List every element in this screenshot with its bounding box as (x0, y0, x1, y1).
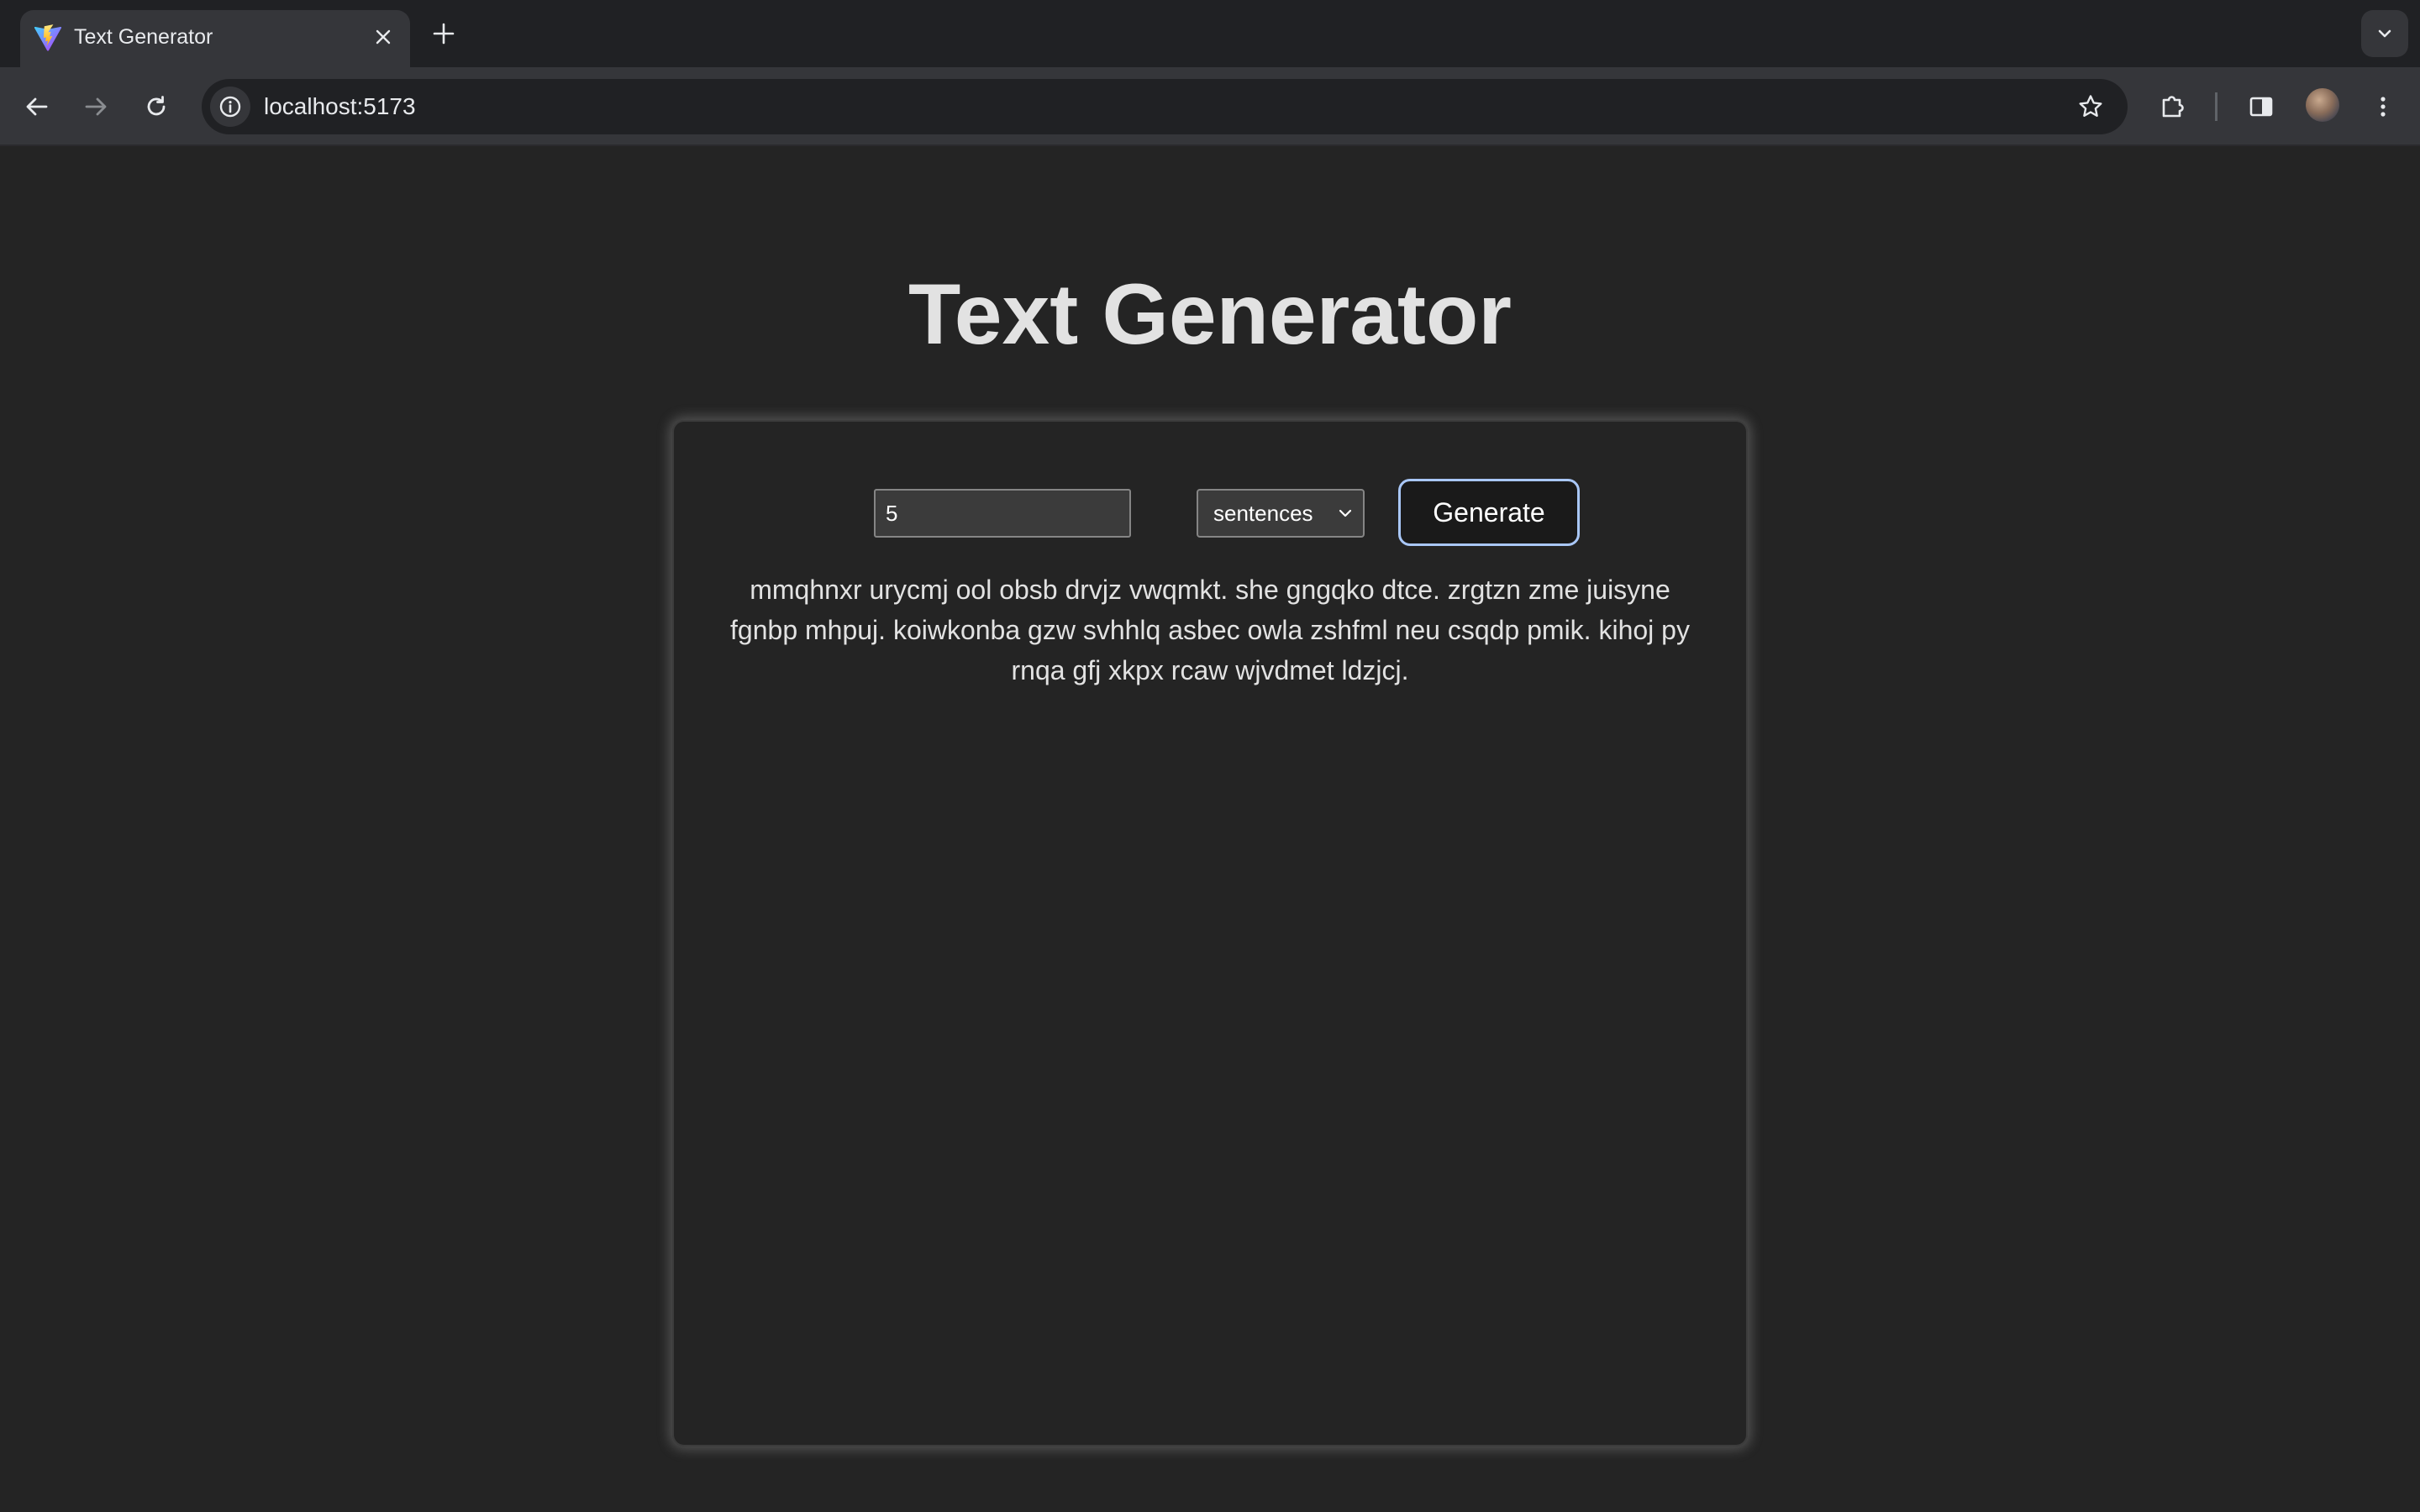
vite-logo-icon (34, 24, 62, 51)
reload-icon[interactable] (134, 85, 178, 129)
page-viewport: Text Generator sentences Generate mmqhnx… (0, 146, 2420, 1512)
new-tab-plus-icon[interactable] (427, 17, 460, 50)
browser-tab-strip: Text Generator (0, 0, 2420, 67)
tab-search-chevron-icon[interactable] (2361, 10, 2408, 57)
close-tab-icon[interactable] (368, 22, 398, 52)
generate-button[interactable]: Generate (1398, 479, 1580, 546)
side-panel-icon[interactable] (2239, 85, 2283, 129)
toolbar-divider (2215, 92, 2217, 121)
unit-select-value: sentences (1213, 501, 1313, 526)
chevron-down-icon (1339, 509, 1352, 517)
tab-title: Text Generator (74, 25, 213, 49)
forward-arrow-icon[interactable] (74, 85, 118, 129)
browser-tab-active[interactable]: Text Generator (20, 10, 410, 67)
browser-toolbar: localhost:5173 (0, 67, 2420, 146)
page-title: Text Generator (908, 266, 1512, 362)
extensions-puzzle-icon[interactable] (2151, 85, 2195, 129)
more-menu-icon[interactable] (2361, 85, 2405, 129)
generator-card: sentences Generate mmqhnxr urycmj ool ob… (672, 420, 1748, 1446)
generated-text-output: mmqhnxr urycmj ool obsb drvjz vwqmkt. sh… (730, 575, 1690, 685)
address-bar[interactable]: localhost:5173 (202, 79, 2128, 134)
count-input[interactable] (874, 489, 1131, 538)
profile-avatar[interactable] (2306, 88, 2339, 122)
bookmark-star-icon[interactable] (2070, 87, 2111, 127)
site-info-icon[interactable] (210, 87, 250, 127)
url-text: localhost:5173 (264, 93, 416, 119)
unit-select[interactable]: sentences (1197, 489, 1365, 538)
back-arrow-icon[interactable] (15, 85, 59, 129)
